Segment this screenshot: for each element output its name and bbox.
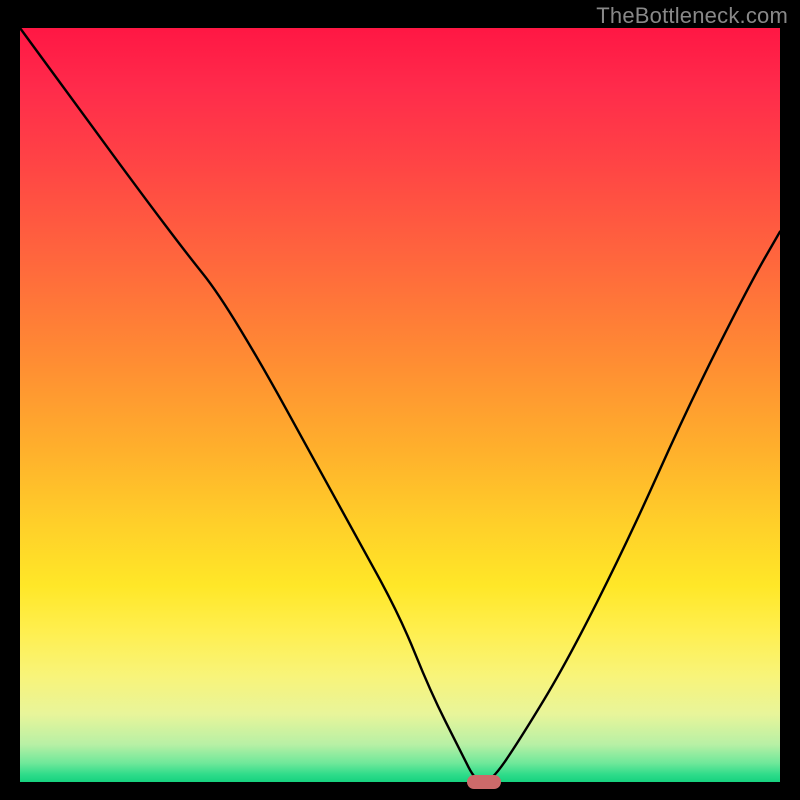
optimum-marker (467, 775, 501, 789)
plot-area (20, 28, 780, 782)
curve-svg (20, 28, 780, 782)
watermark-text: TheBottleneck.com (596, 3, 788, 29)
bottleneck-curve (20, 28, 780, 782)
chart-container: TheBottleneck.com (0, 0, 800, 800)
